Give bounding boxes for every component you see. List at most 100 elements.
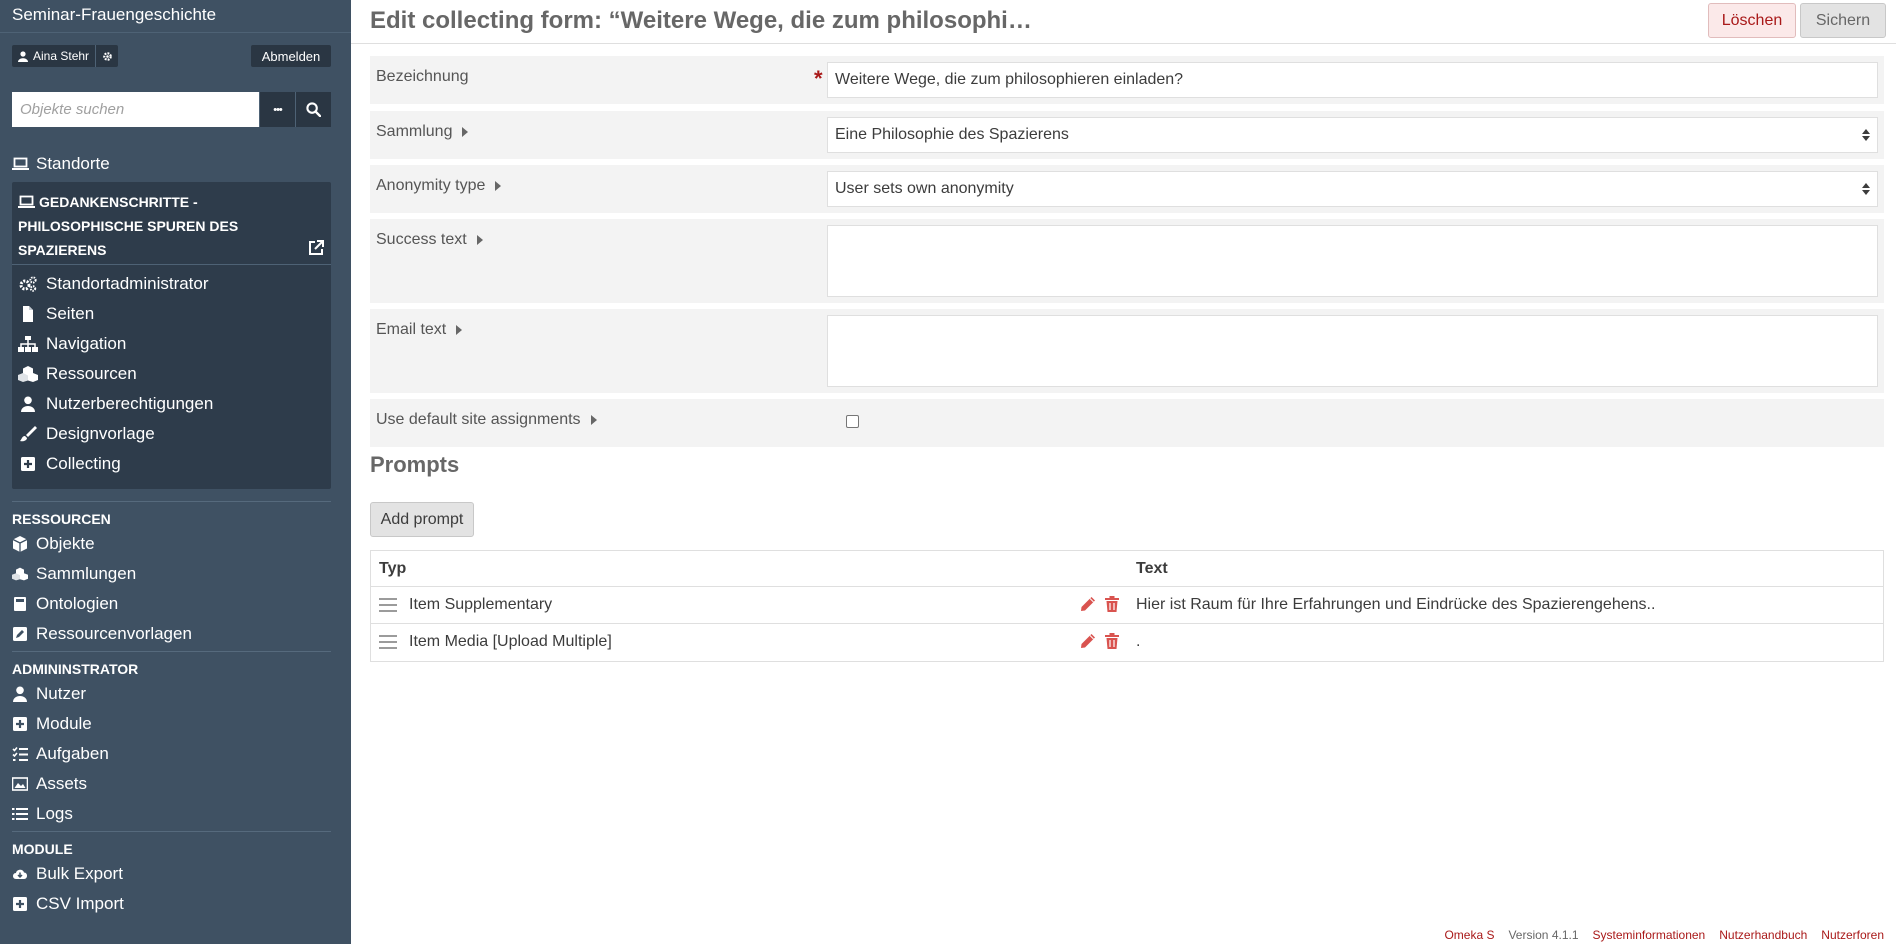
select-arrows-icon [1862, 129, 1870, 141]
current-site-panel: Gedankenschritte - Philosophische Spuren… [12, 182, 331, 489]
user-settings-button[interactable] [96, 45, 118, 67]
pencil-icon[interactable] [1080, 633, 1096, 654]
footer-version: Version 4.1.1 [1508, 928, 1579, 942]
footer-brand-link[interactable]: Omeka S [1444, 928, 1494, 942]
email-text-textarea[interactable] [827, 315, 1878, 387]
menu-item-bulk-export[interactable]: Bulk Export [12, 864, 123, 884]
logout-button[interactable]: Abmelden [251, 45, 331, 67]
user-name: Aina Stehr [33, 49, 90, 63]
column-header-type: Typ [379, 560, 407, 577]
main-content: Edit collecting form: “Weitere Wege, die… [351, 0, 1896, 944]
field-success-row: Success text [370, 219, 1884, 303]
trash-icon[interactable] [1105, 633, 1119, 654]
site-nav-navigation[interactable]: Navigation [18, 334, 126, 354]
site-nav-permissions[interactable]: Nutzerberechtigungen [18, 394, 213, 414]
plus-square-icon [13, 717, 27, 731]
label-input-value: Weitere Wege, die zum philosophieren ein… [835, 71, 1184, 88]
site-nav-admin[interactable]: Standortadministrator [18, 274, 209, 294]
page-title: Edit collecting form: “Weitere Wege, die… [370, 7, 1032, 34]
cubes-icon [18, 366, 38, 382]
pencil-icon[interactable] [1080, 596, 1096, 617]
edit-square-icon [13, 627, 27, 641]
site-name: Gedankenschritte - Philosophische Spuren… [18, 194, 239, 258]
anonymity-select[interactable]: User sets own anonymity [827, 171, 1878, 207]
footer-sysinfo-link[interactable]: Systeminformationen [1593, 928, 1706, 942]
cube-icon [12, 536, 28, 552]
site-nav-label: Collecting [46, 454, 121, 473]
menu-item-label: Logs [36, 804, 73, 823]
drag-handle-icon[interactable] [379, 598, 397, 612]
field-label-success[interactable]: Success text [376, 231, 483, 249]
cogs-icon [19, 276, 37, 292]
table-row: Item Supplementary Hier ist Raum für Ihr… [371, 587, 1883, 624]
caret-right-icon [590, 415, 597, 425]
default-sites-checkbox[interactable] [846, 415, 859, 428]
prompt-text: . [1136, 633, 1141, 650]
section-heading-admin: Admininstrator [12, 661, 139, 677]
menu-item-logs[interactable]: Logs [12, 804, 73, 824]
menu-item-users[interactable]: Nutzer [12, 684, 86, 704]
cubes-icon [12, 567, 28, 581]
menu-item-resource-templates[interactable]: Ressourcenvorlagen [12, 624, 192, 644]
search-options-button[interactable]: ••• [259, 92, 295, 127]
drag-handle-icon[interactable] [379, 635, 397, 649]
field-label-anonymity[interactable]: Anonymity type [376, 177, 502, 195]
field-default-sites-row: Use default site assignments [370, 399, 1884, 447]
collection-select[interactable]: Eine Philosophie des Spazierens [827, 117, 1878, 153]
divider [12, 651, 331, 652]
tasks-icon [12, 746, 28, 761]
menu-item-ontologies[interactable]: Ontologien [12, 594, 118, 614]
field-collection-row: Sammlung Eine Philosophie des Spazierens [370, 111, 1884, 159]
site-nav-label: Ressourcen [46, 364, 137, 383]
prompts-heading: Prompts [370, 452, 460, 477]
menu-item-collections[interactable]: Sammlungen [12, 564, 136, 584]
nav-sites[interactable]: Standorte [12, 154, 110, 174]
plus-square-icon [21, 457, 35, 471]
add-prompt-button[interactable]: Add prompt [370, 502, 474, 537]
installation-title[interactable]: Seminar-Frauengeschichte [12, 5, 216, 25]
user-icon [13, 686, 27, 702]
search-submit-button[interactable] [295, 92, 331, 127]
file-icon [23, 306, 33, 322]
menu-item-assets[interactable]: Assets [12, 774, 87, 794]
site-nav-collecting[interactable]: Collecting [18, 454, 121, 474]
menu-item-csv-import[interactable]: CSV Import [12, 894, 124, 914]
menu-item-label: Ressourcenvorlagen [36, 624, 192, 643]
site-nav-pages[interactable]: Seiten [18, 304, 94, 324]
site-name-link[interactable]: Gedankenschritte - Philosophische Spuren… [18, 190, 318, 262]
search-input[interactable] [12, 92, 259, 127]
field-label-sammlung[interactable]: Sammlung [376, 123, 469, 141]
select-arrows-icon [1862, 183, 1870, 195]
site-nav-theme[interactable]: Designvorlage [18, 424, 155, 444]
sidebar: Seminar-Frauengeschichte Aina Stehr Abme… [0, 0, 351, 944]
prompt-type: Item Supplementary [409, 596, 553, 613]
required-icon: * [814, 66, 823, 91]
cloud-download-icon [13, 869, 27, 879]
menu-item-label: Assets [36, 774, 88, 793]
site-nav-label: Designvorlage [46, 424, 155, 443]
divider [351, 43, 1896, 44]
search-form: ••• [12, 92, 331, 127]
menu-item-jobs[interactable]: Aufgaben [12, 744, 109, 764]
caret-right-icon [456, 325, 463, 335]
user-profile-link[interactable]: Aina Stehr [12, 45, 97, 67]
save-button[interactable]: Sichern [1800, 3, 1886, 38]
gear-icon [102, 51, 112, 61]
field-label-email[interactable]: Email text [376, 321, 463, 339]
column-header-text: Text [1136, 560, 1168, 577]
trash-icon[interactable] [1105, 596, 1119, 617]
site-nav-label: Navigation [46, 334, 127, 353]
footer-manual-link[interactable]: Nutzerhandbuch [1719, 928, 1807, 942]
site-nav-resources[interactable]: Ressourcen [18, 364, 137, 384]
menu-item-objects[interactable]: Objekte [12, 534, 95, 554]
more-icon: ••• [273, 103, 283, 116]
success-text-textarea[interactable] [827, 225, 1878, 297]
label-input[interactable]: Weitere Wege, die zum philosophieren ein… [827, 62, 1878, 98]
field-label-default-sites[interactable]: Use default site assignments [376, 411, 597, 429]
menu-item-modules[interactable]: Module [12, 714, 92, 734]
delete-button[interactable]: Löschen [1708, 3, 1796, 38]
menu-item-label: Sammlungen [36, 564, 137, 583]
menu-item-label: Nutzer [36, 684, 87, 703]
open-site-button[interactable] [308, 240, 324, 261]
footer-forums-link[interactable]: Nutzerforen [1821, 928, 1884, 942]
